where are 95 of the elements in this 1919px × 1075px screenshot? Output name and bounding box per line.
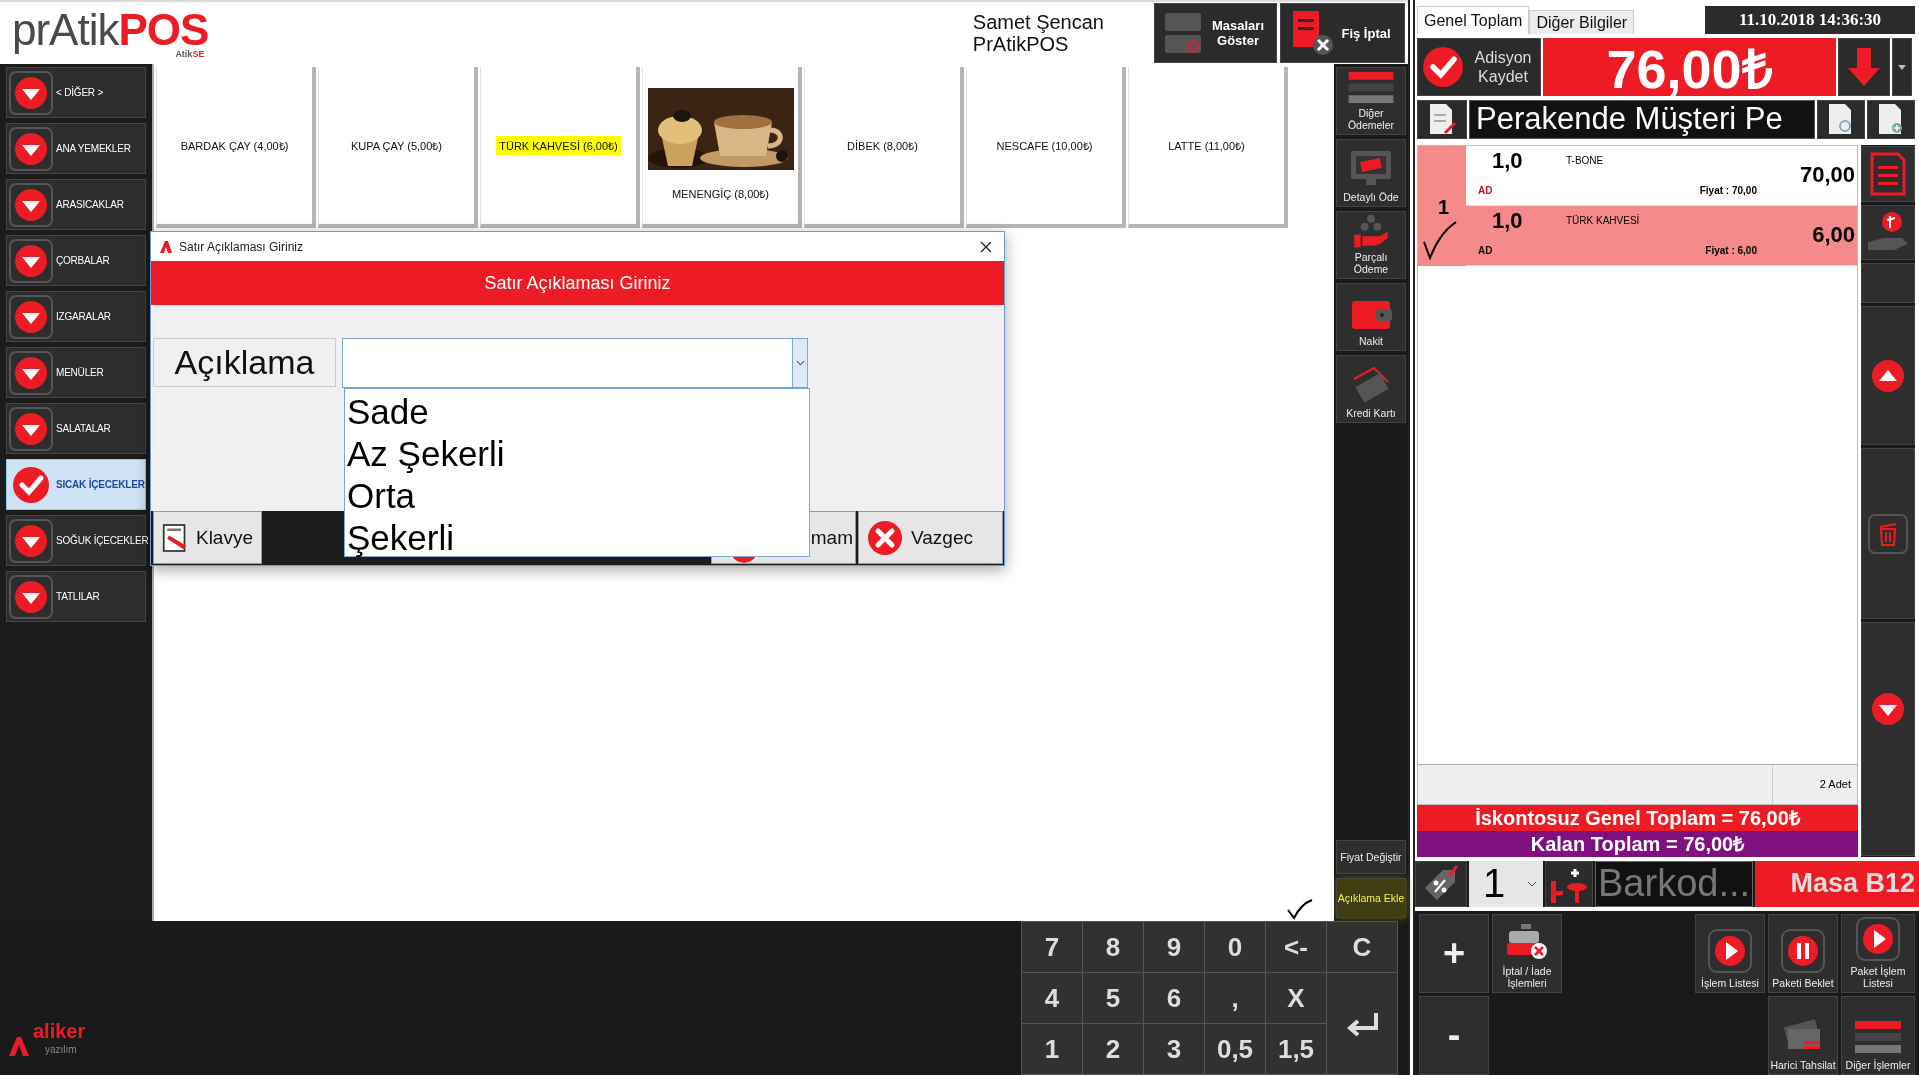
- keypad-key[interactable]: X: [1266, 973, 1326, 1023]
- product-tile[interactable]: NESCAFE (10,00₺): [966, 67, 1126, 228]
- keypad-key[interactable]: 8: [1083, 922, 1143, 972]
- product-tile[interactable]: BARDAK ÇAY (4,00₺): [156, 67, 316, 228]
- order-row[interactable]: 1,0 T-BONE 70,00 AD Fiyat : 70,00: [1466, 145, 1857, 206]
- category-item[interactable]: ANA YEMEKLER: [6, 123, 146, 174]
- category-item[interactable]: SALATALAR: [6, 403, 146, 454]
- user-name: Samet Şencan: [972, 11, 1104, 33]
- plus-button[interactable]: +: [1419, 914, 1489, 993]
- undiscounted-total: İskontosuz Genel Toplam = 76,00₺: [1417, 804, 1858, 831]
- side-button[interactable]: Açıklama Ekle: [1336, 878, 1406, 918]
- action-button[interactable]: Harici Tahsilat: [1768, 996, 1838, 1075]
- company-logo: aliker: [33, 1020, 86, 1043]
- category-item[interactable]: ÇORBALAR: [6, 235, 146, 286]
- item-count: 2 Adet: [1772, 764, 1857, 804]
- dialog-heading: Satır Açıklaması Giriniz: [151, 261, 1004, 305]
- keypad-key[interactable]: 0,5: [1205, 1024, 1265, 1074]
- item-total: 70,00: [1798, 162, 1856, 189]
- category-item[interactable]: ARASICAKLAR: [6, 179, 146, 230]
- item-note: AD: [1477, 184, 1494, 196]
- item-price: Fiyat : 70,00: [1698, 184, 1757, 196]
- category-item[interactable]: TATLILAR: [6, 571, 146, 622]
- remaining-total: Kalan Toplam = 76,00₺: [1417, 830, 1858, 857]
- field-label: Açıklama: [153, 338, 336, 387]
- item-name: T-BONE: [1566, 155, 1605, 167]
- payment-button[interactable]: Detaylı Öde: [1336, 139, 1406, 207]
- logo-tagline: yazılım: [45, 1043, 78, 1057]
- total-amount: 76,00₺: [1543, 38, 1836, 96]
- dropdown-option[interactable]: Şekerli: [345, 517, 809, 559]
- payment-button[interactable]: Kredi Kartı: [1336, 355, 1406, 423]
- item-total: 6,00: [1811, 222, 1856, 249]
- action-button[interactable]: İptal / İade İşlemleri: [1492, 914, 1562, 993]
- category-item[interactable]: < DİĞER >: [6, 67, 146, 118]
- cancel-receipt-button[interactable]: Fiş İptal: [1280, 3, 1405, 63]
- product-label: KUPA ÇAY (5,00₺): [350, 139, 443, 154]
- category-item[interactable]: IZGARALAR: [6, 291, 146, 342]
- logo-subtitle: AtikSE: [175, 48, 205, 59]
- minus-button[interactable]: -: [1419, 996, 1489, 1075]
- keypad-key[interactable]: 0: [1205, 922, 1265, 972]
- product-tile[interactable]: TÜRK KAHVESİ (6,00₺): [480, 67, 640, 228]
- product-tile[interactable]: LATTE (11,00₺): [1128, 67, 1288, 228]
- keypad-key[interactable]: ,: [1205, 973, 1265, 1023]
- action-button[interactable]: Paketi Beklet: [1768, 914, 1838, 993]
- category-item[interactable]: SICAK İÇECEKLER: [6, 459, 146, 510]
- product-label: TÜRK KAHVESİ (6,00₺): [496, 136, 621, 155]
- product-tile[interactable]: KUPA ÇAY (5,00₺): [318, 67, 478, 228]
- show-tables-button[interactable]: Masaları Göster: [1154, 3, 1277, 63]
- keypad-key[interactable]: <-: [1266, 922, 1326, 972]
- keypad-key[interactable]: 1,5: [1266, 1024, 1326, 1074]
- product-label: LATTE (11,00₺): [1167, 139, 1246, 154]
- keypad-key[interactable]: 4: [1022, 973, 1082, 1023]
- keypad-key[interactable]: 2: [1083, 1024, 1143, 1074]
- item-quantity: 1,0: [1491, 147, 1524, 174]
- keypad-key[interactable]: 3: [1144, 1024, 1204, 1074]
- keypad-key[interactable]: 5: [1083, 973, 1143, 1023]
- dropdown-option[interactable]: Orta: [345, 475, 809, 517]
- tab[interactable]: Genel Toplam: [1417, 6, 1530, 34]
- product-label: DİBEK (8,00₺): [846, 139, 919, 154]
- dropdown-option[interactable]: Sade: [345, 391, 809, 433]
- keypad-key[interactable]: C: [1327, 922, 1397, 972]
- product-tile[interactable]: MENENGİÇ (8,00₺): [642, 67, 802, 228]
- barcode-field[interactable]: Barkod...: [1595, 860, 1753, 907]
- item-note: AD: [1477, 244, 1494, 256]
- item-price: Fiyat : 6,00: [1704, 244, 1757, 256]
- save-bill-button[interactable]: Adisyon Kaydet: [1417, 38, 1541, 96]
- dialog-title: Satır Açıklaması Giriniz: [179, 239, 304, 254]
- company-name: PrAtikPOS: [972, 33, 1070, 55]
- item-quantity: 1,0: [1491, 207, 1524, 234]
- category-item[interactable]: MENÜLER: [6, 347, 146, 398]
- cancel-button[interactable]: Vazgec: [858, 511, 1003, 564]
- product-label: BARDAK ÇAY (4,00₺): [179, 139, 290, 154]
- side-button[interactable]: Fiyat Değiştir: [1336, 840, 1406, 874]
- product-tile[interactable]: DİBEK (8,00₺): [804, 67, 964, 228]
- action-button[interactable]: İşlem Listesi: [1695, 914, 1765, 993]
- product-label: MENENGİÇ (8,00₺): [670, 187, 771, 202]
- payment-button[interactable]: Parçalı Ödeme: [1336, 211, 1406, 279]
- keypad-key[interactable]: 6: [1144, 973, 1204, 1023]
- product-label: NESCAFE (10,00₺): [995, 139, 1094, 154]
- keypad-key[interactable]: 1: [1022, 1024, 1082, 1074]
- date-time: 11.10.2018 14:36:30: [1705, 6, 1915, 34]
- keypad-key[interactable]: 7: [1022, 922, 1082, 972]
- payment-button[interactable]: Nakit: [1336, 283, 1406, 351]
- item-name: TÜRK KAHVESİ: [1566, 215, 1641, 227]
- category-item[interactable]: SOĞUK İÇECEKLER: [6, 515, 146, 566]
- keyboard-button[interactable]: Klavye: [153, 511, 262, 564]
- tab[interactable]: Diğer Bilgiler: [1529, 10, 1635, 34]
- table-name: Masa B12: [1755, 860, 1919, 907]
- dropdown-option[interactable]: Az Şekerli: [345, 433, 809, 475]
- action-button[interactable]: Paket İşlem Listesi: [1841, 914, 1915, 993]
- keypad-key[interactable]: 9: [1144, 922, 1204, 972]
- customer-field[interactable]: Perakende Müşteri Pe: [1469, 100, 1815, 139]
- payment-button[interactable]: Diğer Ödemeler: [1336, 67, 1406, 135]
- action-button[interactable]: Diğer İşlemler: [1841, 996, 1915, 1075]
- group-number: 1: [1438, 195, 1450, 219]
- quantity-select[interactable]: 1: [1469, 860, 1543, 907]
